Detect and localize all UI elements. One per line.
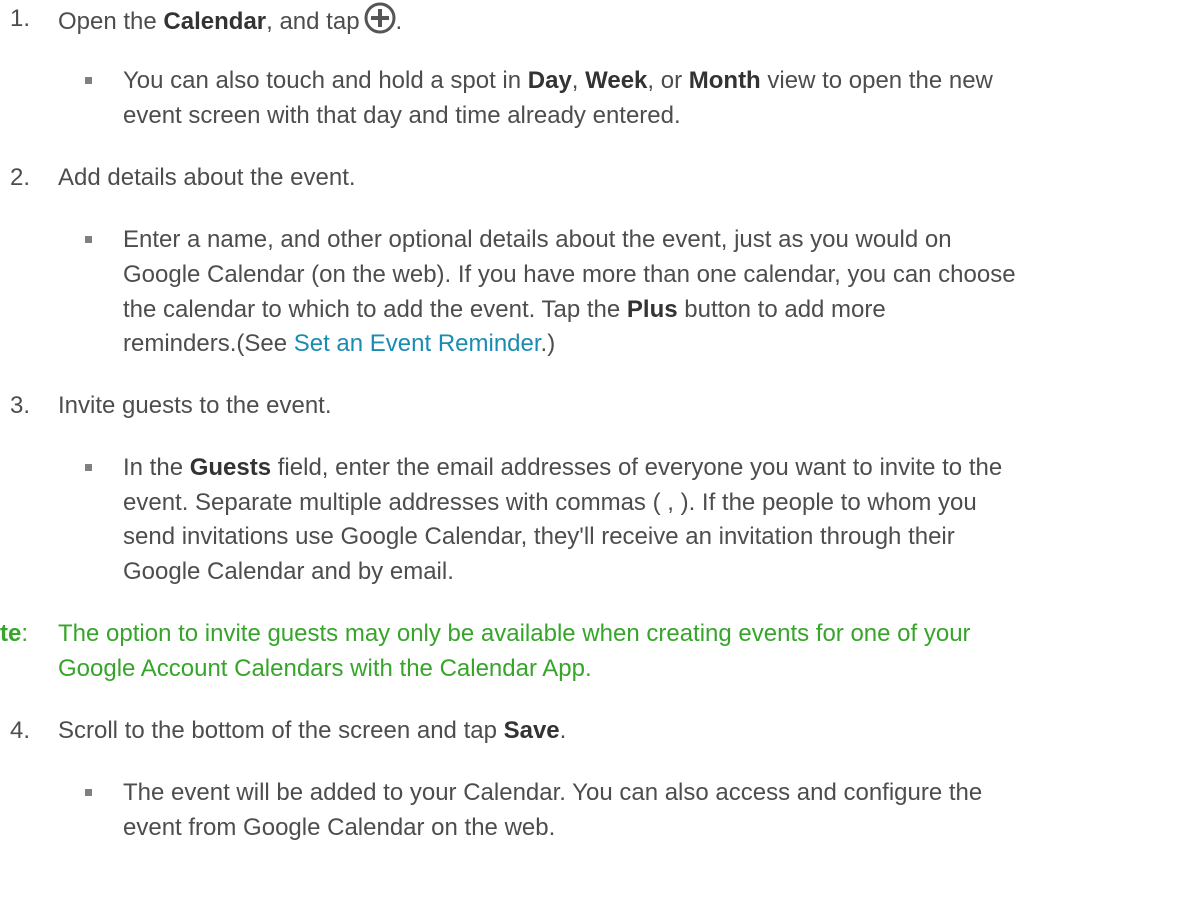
step-number: 2.	[10, 164, 31, 191]
step-2-bullet-line: the calendar to which to add the event. …	[123, 296, 886, 323]
step-number: 4.	[10, 717, 31, 744]
step-2-bullet-line: Google Calendar (on the web). If you hav…	[123, 261, 1016, 288]
note-text-line: Google Account Calendars with the Calend…	[58, 655, 592, 682]
note-line: te:	[0, 620, 29, 647]
step-3-text: Invite guests to the event.	[58, 392, 332, 419]
step-4-bullet-line: The event will be added to your Calendar…	[123, 779, 983, 806]
step-number: 1.	[10, 5, 31, 32]
save-label: Save	[503, 717, 560, 744]
step-2-text: Add details about the event.	[58, 164, 356, 191]
bullet-icon	[85, 789, 92, 796]
note-text-line: The option to invite guests may only be …	[58, 620, 971, 647]
step-1-text: Open the Calendar, and tap.	[58, 2, 402, 39]
set-event-reminder-link[interactable]: Set an Event Reminder	[294, 330, 541, 357]
step-2-bullet-line: Enter a name, and other optional details…	[123, 226, 952, 253]
bullet-icon	[85, 77, 92, 84]
step-3-bullet-line: In the Guests field, enter the email add…	[123, 454, 1003, 481]
plus-circle-icon	[364, 2, 396, 34]
step-3-bullet-line: event. Separate multiple addresses with …	[123, 489, 977, 516]
step-3-bullet-line: Google Calendar and by email.	[123, 558, 454, 585]
bullet-icon	[85, 464, 92, 471]
step-4-bullet-line: event from Google Calendar on the web.	[123, 814, 556, 841]
step-1-bullet-line: You can also touch and hold a spot in Da…	[123, 67, 993, 94]
step-number: 3.	[10, 392, 31, 419]
step-1-bullet-line: event screen with that day and time alre…	[123, 102, 681, 129]
step-4-text: Scroll to the bottom of the screen and t…	[58, 717, 567, 744]
step-2-bullet-line: reminders.(See Set an Event Reminder.)	[123, 330, 556, 357]
bullet-icon	[85, 236, 92, 243]
note-label: te	[0, 620, 22, 647]
step-3-bullet-line: send invitations use Google Calendar, th…	[123, 523, 955, 550]
calendar-label: Calendar	[163, 8, 267, 35]
